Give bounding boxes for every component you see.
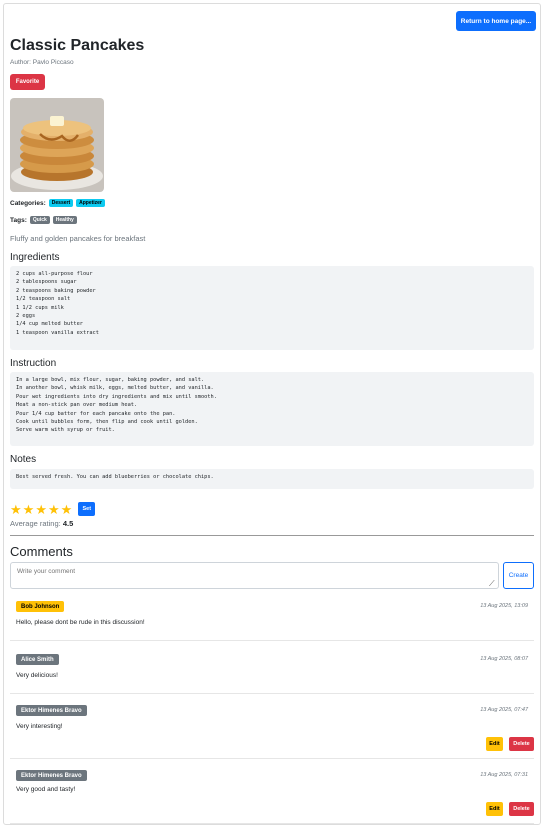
star-icon[interactable]: ★ <box>23 503 35 516</box>
comment-item: Ektor Himenes Bravo 13 Aug 2025, 07:31 V… <box>10 770 534 824</box>
set-rating-button[interactable]: Set <box>78 502 96 516</box>
comment-item: Ektor Himenes Bravo 13 Aug 2025, 07:47 V… <box>10 705 534 759</box>
return-home-button[interactable]: Return to home page... <box>456 11 536 31</box>
star-icon[interactable]: ★ <box>48 503 60 516</box>
edit-comment-button[interactable]: Edit <box>486 802 503 816</box>
resize-handle-icon[interactable]: ⟋ <box>489 579 495 589</box>
comment-text: Very interesting! <box>16 723 63 730</box>
comment-text: Very delicious! <box>16 672 58 679</box>
favorite-button[interactable]: Favorite <box>10 74 45 90</box>
tag-badge: Quick <box>29 216 50 224</box>
average-rating-value: 4.5 <box>62 519 74 528</box>
notes-block: Best served fresh. You can add blueberri… <box>10 469 534 489</box>
comment-author-badge: Ektor Himenes Bravo <box>16 705 87 716</box>
recipe-author: Author: Pavlo Piccaso <box>10 59 74 66</box>
ingredients-heading: Ingredients <box>10 252 60 263</box>
ingredients-block: 2 cups all-purpose flour 2 tablespoons s… <box>10 266 534 350</box>
edit-comment-button[interactable]: Edit <box>486 737 503 751</box>
comment-date: 13 Aug 2025, 13:09 <box>480 603 528 609</box>
tags-row: Tags: Quick Healthy <box>10 216 77 224</box>
star-icon[interactable]: ★ <box>61 503 73 516</box>
tag-badge: Healthy <box>52 216 77 224</box>
comment-item: Alice Smith 13 Aug 2025, 08:07 Very deli… <box>10 654 534 694</box>
star-rating: ★ ★ ★ ★ ★ Set <box>10 502 96 516</box>
star-icon[interactable]: ★ <box>35 503 47 516</box>
category-badge: Appetizer <box>76 199 105 207</box>
comment-text: Very good and tasty! <box>16 786 76 793</box>
comment-input[interactable] <box>10 562 499 589</box>
recipe-photo <box>10 98 104 192</box>
star-icon[interactable]: ★ <box>10 503 22 516</box>
create-comment-button[interactable]: Create <box>503 562 534 589</box>
divider <box>10 535 534 536</box>
average-rating: Average rating: 4.5 <box>10 519 73 528</box>
comments-heading: Comments <box>10 544 73 559</box>
notes-heading: Notes <box>10 454 37 465</box>
comment-author-badge: Alice Smith <box>16 654 59 665</box>
comment-date: 13 Aug 2025, 08:07 <box>480 656 528 662</box>
categories-label: Categories: <box>10 199 46 207</box>
comment-item: Bob Johnson 13 Aug 2025, 13:09 Hello, pl… <box>10 601 534 641</box>
comment-date: 13 Aug 2025, 07:47 <box>480 707 528 713</box>
comment-author-badge: Ektor Himenes Bravo <box>16 770 87 781</box>
categories-row: Categories: Dessert Appetizer <box>10 199 105 207</box>
delete-comment-button[interactable]: Delete <box>509 802 534 816</box>
recipe-description: Fluffy and golden pancakes for breakfast <box>10 234 146 243</box>
comment-author-badge: Bob Johnson <box>16 601 65 612</box>
page-frame: Return to home page... Classic Pancakes … <box>3 3 541 825</box>
average-rating-label: Average rating: <box>10 519 61 528</box>
instruction-heading: Instruction <box>10 358 57 369</box>
comment-date: 13 Aug 2025, 07:31 <box>480 772 528 778</box>
comment-text: Hello, please dont be rude in this discu… <box>16 619 145 626</box>
category-badge: Dessert <box>48 199 74 207</box>
delete-comment-button[interactable]: Delete <box>509 737 534 751</box>
recipe-title: Classic Pancakes <box>10 37 145 54</box>
tags-label: Tags: <box>10 216 27 224</box>
instruction-block: In a large bowl, mix flour, sugar, bakin… <box>10 372 534 446</box>
